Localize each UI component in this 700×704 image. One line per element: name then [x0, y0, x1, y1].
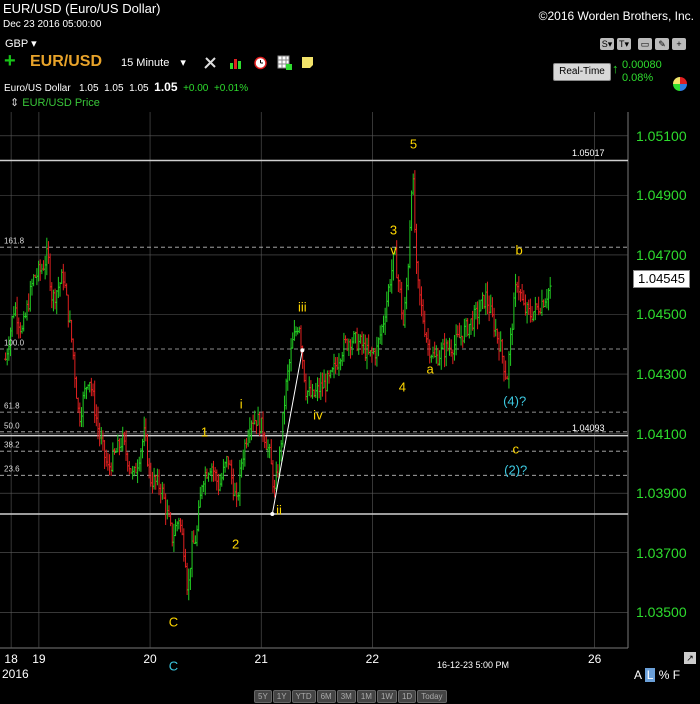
- y-tick-label: 1.03900: [636, 485, 687, 502]
- zoom-1m-button[interactable]: 1M: [356, 690, 376, 703]
- wave-label: (2)?: [504, 462, 528, 478]
- y-tick-label: 1.03500: [636, 604, 687, 621]
- trendline-anchor: [300, 348, 305, 353]
- horizontal-line-label: 1.04093: [572, 422, 605, 433]
- wave-label: a: [426, 361, 434, 377]
- x-tick-label: 18: [4, 652, 18, 666]
- x-tick-label: 22: [365, 652, 380, 666]
- horizontal-line-label: 1.05017: [572, 147, 605, 158]
- wave-label: 2: [232, 536, 240, 552]
- wave-label: c: [512, 441, 519, 457]
- wave-label: 3: [389, 222, 398, 238]
- wave-label: iv: [313, 407, 323, 423]
- y-tick-label: 1.04900: [636, 187, 687, 204]
- zoom-6m-button[interactable]: 6M: [316, 690, 336, 703]
- y-tick-label: 1.05100: [636, 127, 687, 144]
- x-tick-label: 26: [587, 652, 602, 666]
- scale-percent-button[interactable]: %: [659, 668, 670, 682]
- x-tick-label: 19: [32, 652, 46, 666]
- scale-controls: A L % F: [634, 668, 680, 682]
- fib-level-label: 50.0: [4, 421, 20, 431]
- y-tick-label: 1.04300: [636, 366, 687, 383]
- zoom-3m-button[interactable]: 3M: [336, 690, 356, 703]
- trendline-anchor: [270, 512, 275, 516]
- wave-label: C: [168, 658, 179, 674]
- wave-label: iii: [297, 299, 307, 315]
- zoom-1d-button[interactable]: 1D: [397, 690, 417, 703]
- zoom-bar: 5Y 1Y YTD 6M 3M 1M 1W 1D Today: [254, 686, 448, 704]
- y-tick-label: 1.04500: [636, 306, 687, 323]
- y-tick-label: 1.04100: [636, 425, 687, 442]
- last-price-label: 1.04545: [633, 270, 690, 288]
- scale-log-button[interactable]: L: [644, 668, 656, 682]
- price-chart[interactable]: [0, 0, 700, 700]
- wave-label: b: [515, 242, 523, 258]
- zoom-ytd-button[interactable]: YTD: [291, 690, 316, 703]
- wave-label: v: [390, 242, 397, 258]
- fib-level-label: 100.0: [4, 338, 25, 348]
- wave-label: ii: [276, 502, 282, 518]
- wave-label: 4: [398, 379, 406, 395]
- y-tick-label: 1.03700: [636, 544, 687, 561]
- zoom-1y-button[interactable]: 1Y: [272, 690, 291, 703]
- wave-label: (4)?: [503, 393, 527, 409]
- x-tick-label: 21: [254, 652, 268, 666]
- x-tick-label: 20: [143, 652, 157, 666]
- wave-label: 1: [200, 424, 209, 439]
- fib-level-label: 23.6: [4, 464, 20, 474]
- scroll-corner-icon[interactable]: ↗: [684, 652, 696, 664]
- zoom-5y-button[interactable]: 5Y: [254, 690, 272, 703]
- wave-label: C: [168, 614, 179, 630]
- wave-label: i: [239, 396, 243, 412]
- fib-level-label: 61.8: [4, 401, 20, 411]
- time-stamp: 16-12-23 5:00 PM: [437, 660, 510, 670]
- wave-label: 5: [409, 136, 418, 152]
- year-label: 2016: [2, 667, 29, 681]
- zoom-today-button[interactable]: Today: [417, 690, 447, 703]
- fib-level-label: 161.8: [4, 236, 25, 246]
- fib-level-label: 38.2: [4, 440, 20, 450]
- y-tick-label: 1.04700: [636, 246, 687, 263]
- scale-auto-button[interactable]: A: [634, 668, 641, 682]
- scale-fit-button[interactable]: F: [673, 668, 680, 682]
- zoom-1w-button[interactable]: 1W: [376, 690, 397, 703]
